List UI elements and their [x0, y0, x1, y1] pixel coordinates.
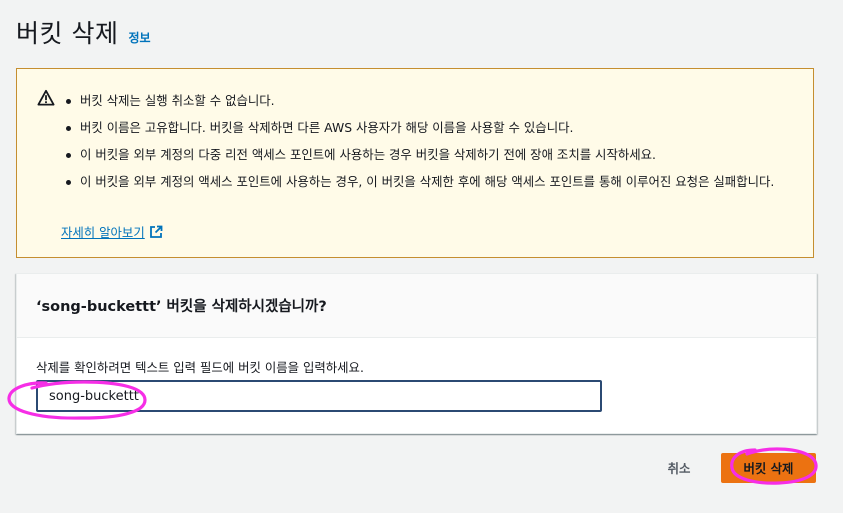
info-link[interactable]: 정보: [128, 29, 150, 46]
warning-item: 버킷 삭제는 실행 취소할 수 없습니다.: [62, 91, 797, 111]
bucket-name-input[interactable]: [36, 380, 602, 412]
warning-item: 이 버킷을 외부 계정의 액세스 포인트에 사용하는 경우, 이 버킷을 삭제한…: [62, 172, 797, 192]
warning-item: 버킷 이름은 고유합니다. 버킷을 삭제하면 다른 AWS 사용자가 해당 이름…: [62, 118, 797, 138]
confirm-delete-card: ‘song-buckettt’ 버킷을 삭제하시겠습니까? 삭제를 확인하려면 …: [16, 273, 817, 434]
card-heading: ‘song-buckettt’ 버킷을 삭제하시겠습니까?: [17, 274, 816, 338]
learn-more-label: 자세히 알아보기: [61, 225, 145, 240]
page-header: 버킷 삭제 정보: [16, 14, 151, 50]
external-link-icon: [149, 225, 163, 238]
cancel-button[interactable]: 취소: [655, 453, 703, 483]
confirm-field-label: 삭제를 확인하려면 텍스트 입력 필드에 버킷 이름을 입력하세요.: [36, 360, 364, 375]
learn-more-link[interactable]: 자세히 알아보기: [61, 223, 163, 241]
delete-bucket-button[interactable]: 버킷 삭제: [721, 453, 816, 483]
page-title: 버킷 삭제: [16, 19, 119, 48]
warning-item: 이 버킷을 외부 계정의 다중 리전 액세스 포인트에 사용하는 경우 버킷을 …: [62, 145, 797, 165]
warning-alert: 버킷 삭제는 실행 취소할 수 없습니다. 버킷 이름은 고유합니다. 버킷을 …: [16, 68, 814, 258]
warning-triangle-icon: [37, 89, 55, 106]
warning-list: 버킷 삭제는 실행 취소할 수 없습니다. 버킷 이름은 고유합니다. 버킷을 …: [62, 91, 797, 199]
